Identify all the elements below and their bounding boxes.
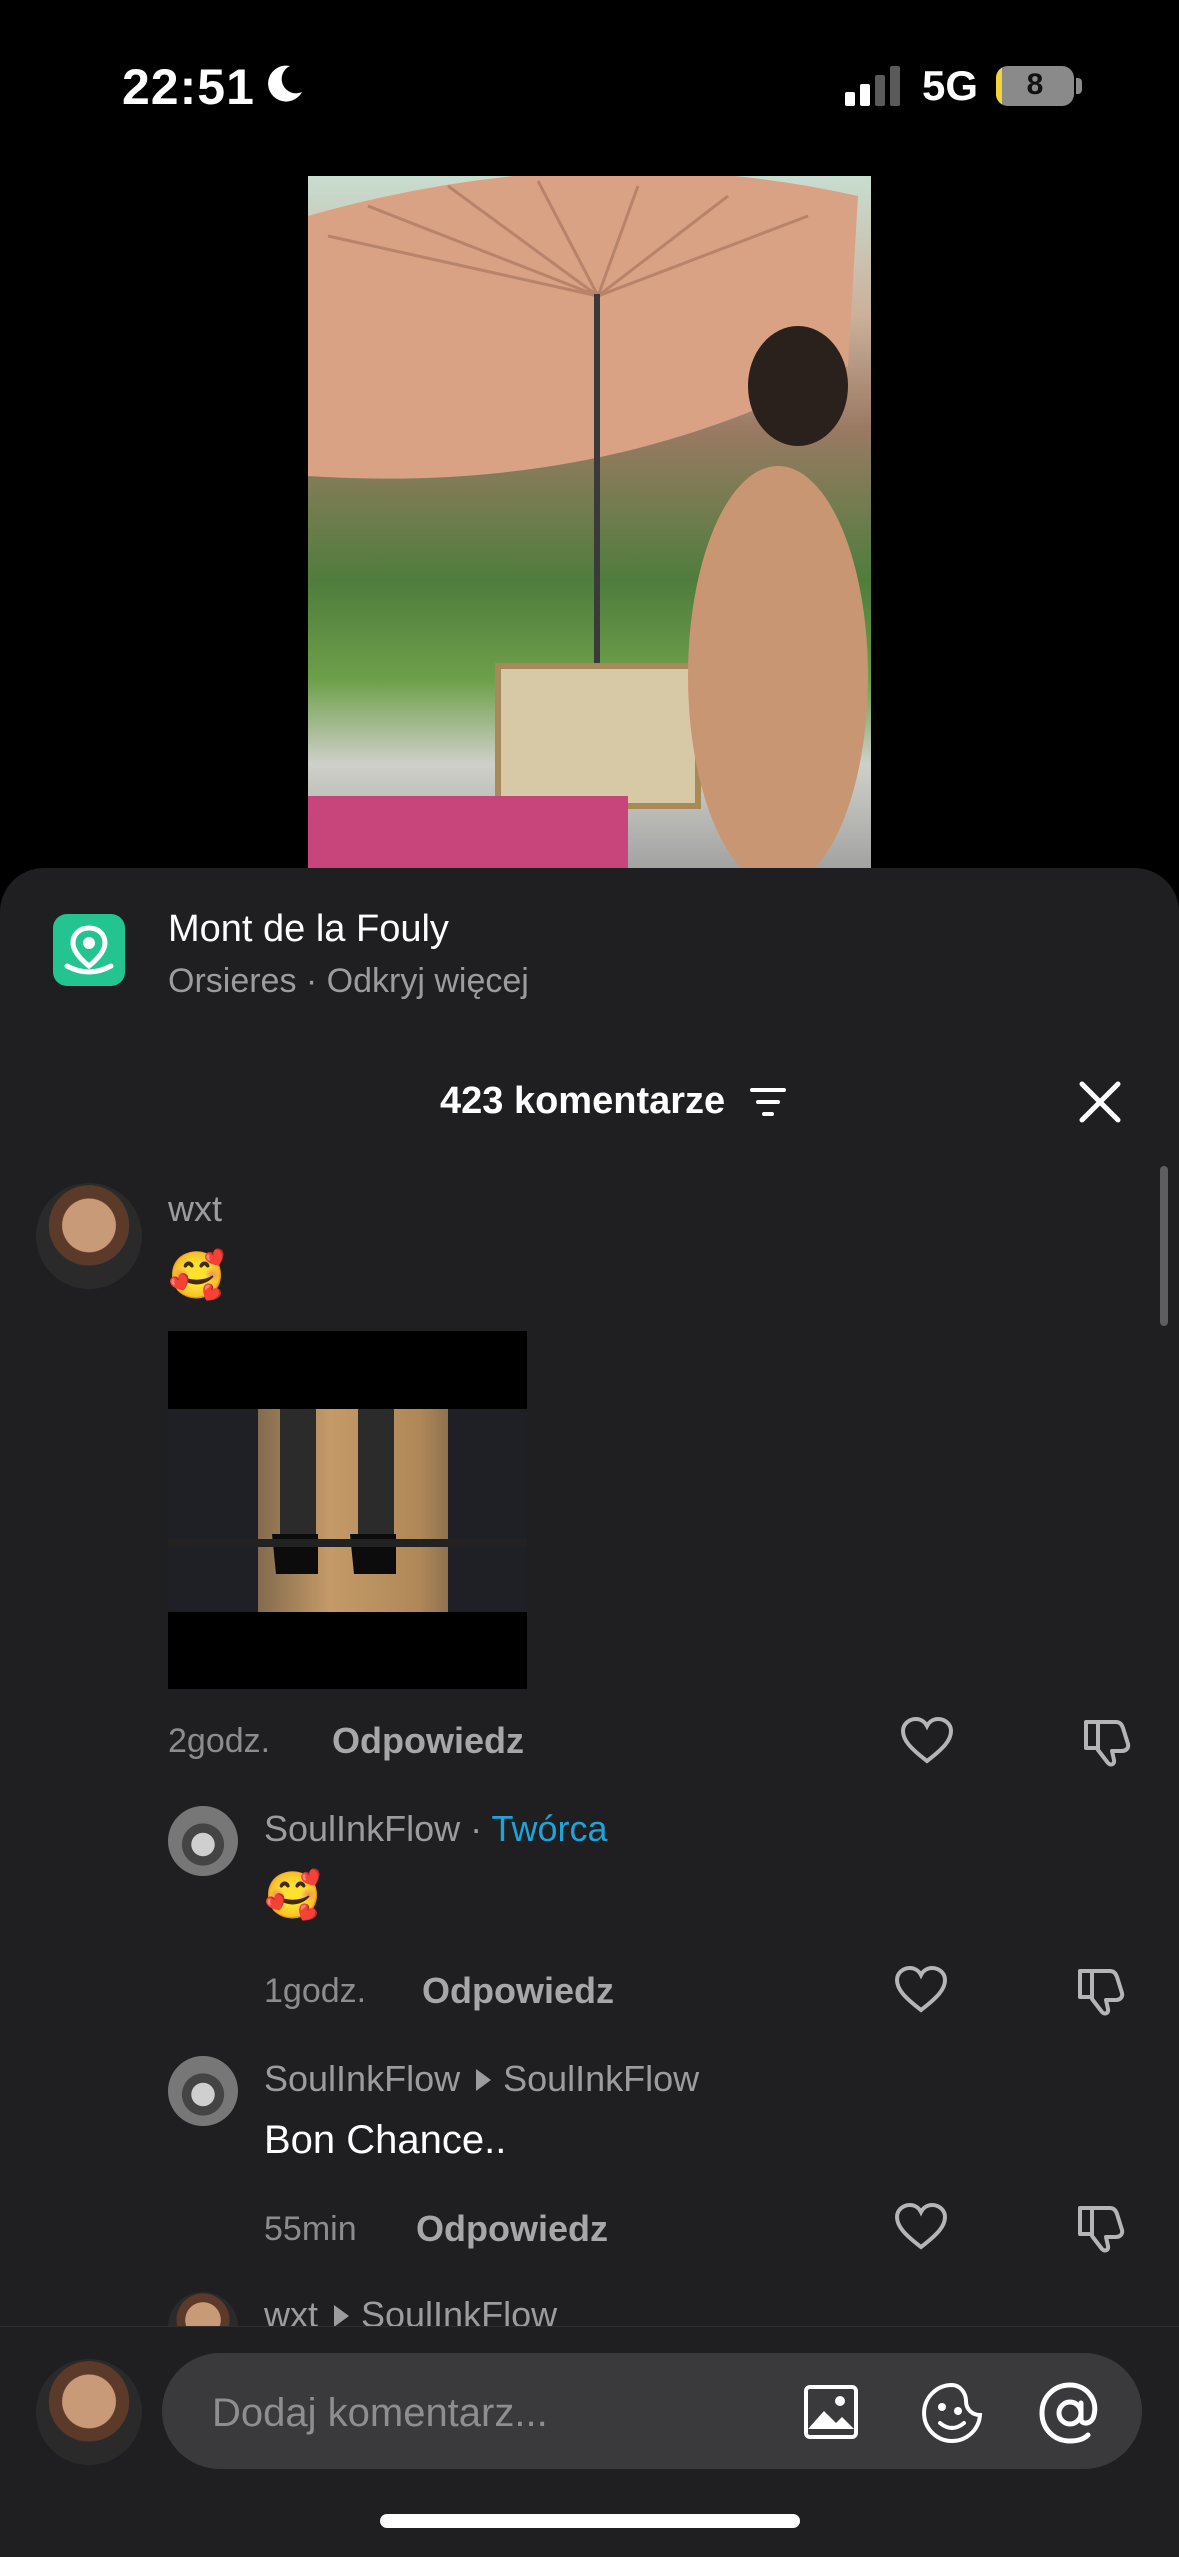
sort-icon[interactable] — [748, 1084, 788, 1120]
my-avatar[interactable] — [36, 2359, 142, 2465]
comment-input[interactable]: Dodaj komentarz... — [162, 2353, 1142, 2469]
comments-sheet: Mont de la Fouly Orsieres · Odkryj więce… — [0, 868, 1179, 2556]
avatar[interactable] — [168, 2056, 238, 2126]
clock: 22:51 — [122, 59, 255, 115]
comment-username[interactable]: wxt — [168, 1188, 222, 1230]
comment-placeholder: Dodaj komentarz... — [212, 2391, 548, 2435]
separator-dot: · — [470, 1808, 492, 1849]
moon-icon — [268, 65, 302, 102]
signal-icon — [845, 66, 900, 106]
dislike-icon[interactable] — [1074, 1965, 1126, 2017]
dislike-icon[interactable] — [1080, 1716, 1132, 1768]
location-pin-icon — [53, 914, 125, 986]
scrollbar[interactable] — [1160, 1166, 1168, 1326]
comment-emoji: 🥰 — [168, 1249, 226, 1301]
comment-gif[interactable] — [168, 1331, 527, 1689]
dislike-icon[interactable] — [1074, 2202, 1126, 2254]
reply-button[interactable]: Odpowiedz — [416, 2208, 608, 2250]
comments-header: 423 komentarze — [0, 1064, 1179, 1144]
reply-to-username: SoulInkFlow — [503, 2058, 700, 2099]
heart-icon[interactable] — [894, 1965, 948, 2015]
comment-time: 2godz. — [168, 1722, 271, 1760]
sticker-icon[interactable] — [920, 2381, 984, 2445]
reply-text: Bon Chance.. — [264, 2118, 507, 2162]
reply-button[interactable]: Odpowiedz — [422, 1970, 614, 2012]
creator-badge: Twórca — [491, 1808, 608, 1849]
location-subtitle[interactable]: Orsieres · Odkryj więcej — [168, 962, 529, 1001]
video-frame — [308, 176, 868, 876]
battery-level: 8 — [1026, 68, 1044, 101]
battery-tip — [1076, 78, 1082, 94]
reply-emoji: 🥰 — [264, 1869, 322, 1921]
image-icon[interactable] — [802, 2383, 860, 2441]
mention-icon[interactable] — [1038, 2381, 1102, 2445]
reply-time: 55min — [264, 2210, 357, 2248]
reply-username-text: SoulInkFlow — [264, 1808, 461, 1849]
avatar[interactable] — [36, 1183, 142, 1289]
reply-arrow-icon — [476, 2069, 492, 2092]
reply-username[interactable]: SoulInkFlow · Twórca — [264, 1808, 608, 1850]
location-title: Mont de la Fouly — [168, 908, 449, 950]
reply-username-text: SoulInkFlow — [264, 2058, 461, 2099]
video-preview[interactable] — [308, 176, 871, 876]
gif-frame — [168, 1409, 527, 1612]
reply-username[interactable]: SoulInkFlow SoulInkFlow — [264, 2058, 699, 2100]
reply-arrow-icon — [334, 2305, 349, 2328]
close-icon[interactable] — [1074, 1076, 1126, 1128]
battery-indicator: 8 — [996, 66, 1074, 106]
home-indicator[interactable] — [380, 2514, 800, 2528]
network-label: 5G — [922, 62, 979, 109]
reply-button[interactable]: Odpowiedz — [332, 1720, 524, 1762]
avatar[interactable] — [168, 1806, 238, 1876]
heart-icon[interactable] — [900, 1716, 954, 1766]
status-bar: 22:51 5G 8 — [0, 0, 1179, 170]
location-banner[interactable]: Mont de la Fouly Orsieres · Odkryj więce… — [0, 868, 1179, 1048]
heart-icon[interactable] — [894, 2202, 948, 2252]
comment-count: 423 komentarze — [440, 1080, 726, 1122]
reply-time: 1godz. — [264, 1972, 367, 2010]
